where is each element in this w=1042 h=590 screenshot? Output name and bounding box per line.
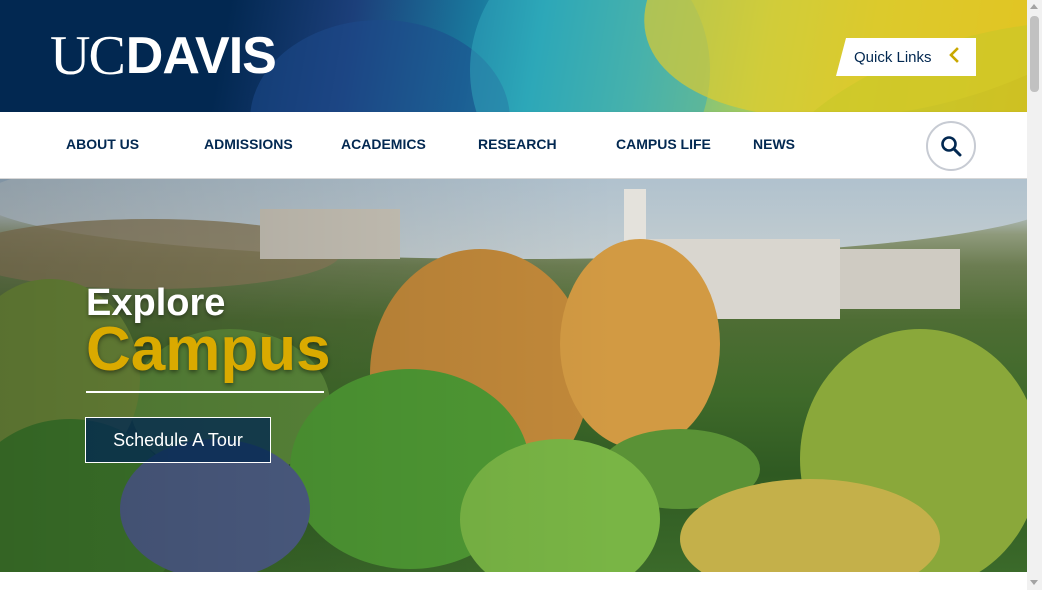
search-button[interactable] xyxy=(926,121,976,171)
scroll-up-arrow-icon[interactable] xyxy=(1030,4,1038,9)
nav-item-news[interactable]: NEWS xyxy=(753,136,795,152)
schedule-tour-button[interactable]: Schedule A Tour xyxy=(85,417,271,463)
scrollbar-thumb[interactable] xyxy=(1030,16,1039,92)
nav-item-about-us[interactable]: ABOUT US xyxy=(66,136,139,152)
vertical-scrollbar[interactable] xyxy=(1027,0,1042,590)
chevron-left-icon xyxy=(949,47,959,63)
hero-banner: Explore Campus Schedule A Tour xyxy=(0,179,1027,572)
nav-item-academics[interactable]: ACADEMICS xyxy=(341,136,426,152)
page: UC DAVIS Quick Links ABOUT US ADMISSIONS… xyxy=(0,0,1027,590)
logo-davis-text: DAVIS xyxy=(125,27,277,85)
quick-links-button[interactable]: Quick Links xyxy=(836,38,976,76)
main-nav: ABOUT US ADMISSIONS ACADEMICS RESEARCH C… xyxy=(0,112,1027,179)
hero-headline: Campus xyxy=(86,315,331,384)
ucdavis-logo[interactable]: UC DAVIS xyxy=(50,25,277,87)
scroll-down-arrow-icon[interactable] xyxy=(1030,580,1038,585)
quick-links-label: Quick Links xyxy=(854,48,932,66)
hero-divider xyxy=(86,391,324,393)
logo-uc-text: UC xyxy=(50,25,126,87)
nav-item-admissions[interactable]: ADMISSIONS xyxy=(204,136,293,152)
nav-item-research[interactable]: RESEARCH xyxy=(478,136,557,152)
search-icon xyxy=(941,136,962,157)
nav-item-campus-life[interactable]: CAMPUS LIFE xyxy=(616,136,711,152)
site-header: UC DAVIS Quick Links xyxy=(0,0,1027,112)
